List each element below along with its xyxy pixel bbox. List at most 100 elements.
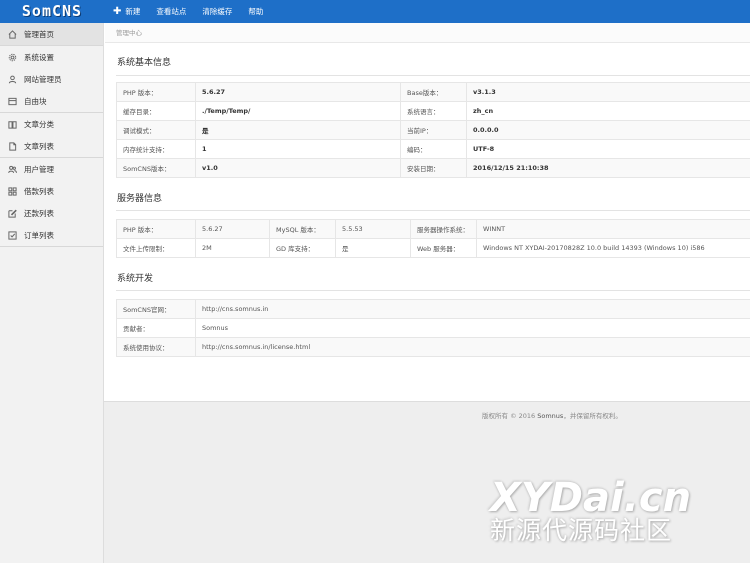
- sidebar-item-users[interactable]: 用户管理: [0, 158, 103, 180]
- table-cell-value: http://cns.somnus.in: [195, 299, 750, 319]
- sidebar-item-label: 文章分类: [24, 119, 54, 129]
- logo[interactable]: SomCNS: [0, 0, 104, 23]
- table-cell-value: ./Temp/Temp/: [195, 101, 401, 121]
- sidebar-item-label: 管理首页: [24, 29, 54, 39]
- watermark-bottom: 新源代源码社区: [490, 516, 673, 545]
- sidebar-item-label: 文章列表: [24, 141, 54, 151]
- table-cell-label: 安装日期：: [400, 158, 467, 178]
- new-button[interactable]: ✚ 新建: [104, 0, 148, 23]
- table-cell-label: 当前IP：: [400, 120, 467, 140]
- table-cell-value: 5.5.53: [335, 219, 411, 239]
- copyright-suffix: ，并保留所有权利。: [563, 412, 622, 420]
- table-cell-value: v3.1.3: [466, 82, 750, 102]
- table-cell-label: 缓存目录：: [116, 101, 196, 121]
- table-cell-label: 文件上传限制：: [116, 238, 196, 258]
- table-cell-value: 2M: [195, 238, 270, 258]
- gear-icon: [8, 53, 17, 61]
- table-cell-label: GD 库支持：: [269, 238, 336, 258]
- table-cell-label: 内存统计支持：: [116, 139, 196, 159]
- table-cell-label: 系统语言：: [400, 101, 467, 121]
- sidebar-item-label: 自由块: [24, 96, 47, 106]
- server-info-title: 服务器信息: [117, 194, 163, 204]
- table-cell-value: 1: [195, 139, 401, 159]
- sidebar-item-article-list[interactable]: 文章列表: [0, 135, 103, 157]
- table-row: PHP 版本： 5.6.27 MySQL 版本： 5.5.53 服务器操作系统： WINN…: [116, 219, 750, 239]
- home-icon: [8, 29, 17, 39]
- table-row: 缓存目录： ./Temp/Temp/系统语言： zh_cn: [116, 101, 750, 121]
- table-cell-label: PHP 版本：: [116, 219, 196, 239]
- dev-info-title: 系统开发: [117, 274, 154, 284]
- divider: [116, 210, 750, 211]
- table-row: 系统使用协议： http://cns.somnus.in/license.html: [116, 337, 750, 357]
- table-cell-value: 0.0.0.0: [466, 120, 750, 140]
- sidebar-item-admins[interactable]: 网站管理员: [0, 68, 103, 90]
- sidebar-item-label: 网站管理员: [24, 74, 62, 84]
- table-cell-value: 5.6.27: [195, 219, 270, 239]
- sidebar-item-label: 订单列表: [24, 230, 54, 240]
- sidebar-item-settings[interactable]: 系统设置: [0, 46, 103, 68]
- table-cell-value: zh_cn: [466, 101, 750, 121]
- table-cell-value: 是: [335, 238, 411, 258]
- table-cell-value: WINNT: [476, 219, 750, 239]
- table-row: SomCNS版本： v1.0 安装日期： 2016/12/15 21:10:38: [116, 158, 750, 178]
- divider: [116, 75, 750, 76]
- sidebar-item-article-categories[interactable]: 文章分类: [0, 113, 103, 135]
- sidebar-item-label: 借款列表: [24, 186, 54, 196]
- help-link[interactable]: 帮助: [240, 0, 271, 23]
- table-cell-value: 是: [195, 120, 401, 140]
- top-navbar: SomCNS ✚ 新建 查看站点 清除缓存 帮助: [0, 0, 750, 23]
- table-cell-value: 2016/12/15 21:10:38: [466, 158, 750, 178]
- divider: [0, 246, 103, 247]
- sidebar-item-home[interactable]: 管理首页: [0, 23, 103, 45]
- block-icon: [8, 97, 17, 105]
- table-row: 调试模式：是当前IP： 0.0.0.0: [116, 120, 750, 140]
- table-cell-value: v1.0: [195, 158, 401, 178]
- table-row: 文件上传限制： 2M GD 库支持：是 Web 服务器： Windows NT XYDA…: [116, 238, 750, 258]
- table-cell-label: 系统使用协议：: [116, 337, 196, 357]
- grid-icon: [8, 186, 17, 196]
- table-row: SomCNS官网： http://cns.somnus.in: [116, 299, 750, 319]
- table-cell-label: 编码：: [400, 139, 467, 159]
- table-cell-label: 服务器操作系统：: [410, 219, 477, 239]
- sidebar: 管理首页 系统设置 网站管理员 自由块 文章分类 文章列表 用户管理 借款列表 …: [0, 23, 104, 563]
- table-cell-label: SomCNS版本：: [116, 158, 196, 178]
- table-cell-label: SomCNS官网：: [116, 299, 196, 319]
- sidebar-item-free-blocks[interactable]: 自由块: [0, 90, 103, 112]
- sidebar-item-repayments[interactable]: 还款列表: [0, 202, 103, 224]
- checkbox-icon: [8, 230, 17, 240]
- basic-info-table: PHP 版本： 5.6.27 Base版本： v3.1.3 缓存目录： ./Temp/Te…: [116, 82, 750, 178]
- sidebar-item-orders[interactable]: 订单列表: [0, 224, 103, 246]
- table-cell-value: Somnus: [195, 318, 750, 338]
- table-row: 内存统计支持： 1 编码： UTF-8: [116, 139, 750, 159]
- dev-info-table: SomCNS官网： http://cns.somnus.in 贡献者： Somnus 系…: [116, 299, 750, 357]
- table-cell-value: Windows NT XYDAI-20170828Z 10.0 build 14…: [476, 238, 750, 258]
- table-row: 贡献者： Somnus: [116, 318, 750, 338]
- sidebar-item-label: 用户管理: [24, 164, 54, 174]
- new-label: 新建: [125, 7, 141, 16]
- table-cell-value: UTF-8: [466, 139, 750, 159]
- table-cell-label: 调试模式：: [116, 120, 196, 140]
- view-site-link[interactable]: 查看站点: [148, 0, 194, 23]
- sidebar-item-loans[interactable]: 借款列表: [0, 180, 103, 202]
- sidebar-item-label: 系统设置: [24, 52, 54, 62]
- users-icon: [8, 165, 17, 173]
- clear-cache-link[interactable]: 清除缓存: [194, 0, 240, 23]
- table-cell-value: http://cns.somnus.in/license.html: [195, 337, 750, 357]
- plus-icon: ✚: [113, 6, 122, 17]
- table-cell-label: PHP 版本：: [116, 82, 196, 102]
- table-row: PHP 版本： 5.6.27 Base版本： v3.1.3: [116, 82, 750, 102]
- edit-icon: [8, 209, 17, 218]
- table-cell-label: MySQL 版本：: [269, 219, 336, 239]
- basic-info-title: 系统基本信息: [117, 58, 172, 68]
- main-content: 管理中心 系统基本信息 PHP 版本： 5.6.27 Base版本： v3.1.3 缓存…: [105, 23, 750, 401]
- copyright: 版权所有 © 2016 Somnus，并保留所有权利。: [482, 410, 622, 420]
- watermark: XYDai.cn 新源代源码社区: [490, 478, 745, 558]
- copyright-brand[interactable]: Somnus: [537, 412, 563, 420]
- sidebar-item-label: 还款列表: [24, 208, 54, 218]
- table-cell-label: 贡献者：: [116, 318, 196, 338]
- top-nav: ✚ 新建 查看站点 清除缓存 帮助: [104, 0, 271, 23]
- book-icon: [8, 120, 17, 129]
- server-info-table: PHP 版本： 5.6.27 MySQL 版本： 5.5.53 服务器操作系统： WINN…: [116, 219, 750, 258]
- table-cell-label: Base版本：: [400, 82, 467, 102]
- divider: [116, 290, 750, 291]
